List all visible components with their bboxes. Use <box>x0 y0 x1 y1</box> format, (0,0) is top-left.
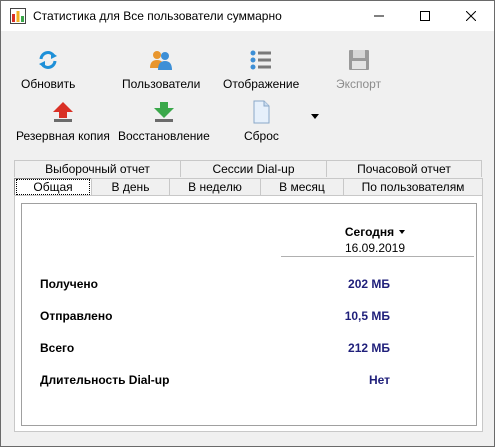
row-label: Отправлено <box>40 309 113 323</box>
tab-general[interactable]: Общая <box>14 178 92 195</box>
row-label: Длительность Dial-up <box>40 373 170 387</box>
row-label: Всего <box>40 341 75 355</box>
row-value: 202 МБ <box>348 277 390 291</box>
general-tab-panel: Сегодня 16.09.2019 Получено 202 МБ Отпра… <box>14 195 483 432</box>
row-value: Нет <box>368 373 390 387</box>
title-bar[interactable]: Статистика для Все пользователи суммарно <box>1 1 494 31</box>
close-button[interactable] <box>448 1 494 31</box>
window-title: Статистика для Все пользователи суммарно <box>33 9 282 23</box>
export-label: Экспорт <box>336 77 382 91</box>
restore-arrow-down-icon <box>153 102 174 122</box>
tab-per-user[interactable]: По пользователям <box>343 178 483 195</box>
period-dropdown-icon[interactable] <box>399 230 406 234</box>
refresh-icon <box>39 51 58 69</box>
row-value: 212 МБ <box>348 341 390 355</box>
header-separator <box>281 256 474 257</box>
close-icon <box>466 11 476 21</box>
backup-button[interactable]: Резервная копия <box>16 100 110 143</box>
export-button[interactable]: Экспорт <box>336 48 381 91</box>
tab-per-week[interactable]: В неделю <box>169 178 261 195</box>
period-column-header[interactable]: Сегодня 16.09.2019 <box>320 225 430 255</box>
tab-dialup-sessions[interactable]: Сессии Dial-up <box>180 160 327 177</box>
display-settings-icon <box>250 50 272 70</box>
restore-label: Восстановление <box>118 129 210 143</box>
users-label: Пользователи <box>122 77 201 91</box>
users-button[interactable]: Пользователи <box>122 48 200 91</box>
refresh-button[interactable]: Обновить <box>21 48 75 91</box>
period-date: 16.09.2019 <box>344 241 406 255</box>
reset-label: Сброс <box>244 129 279 143</box>
reset-button[interactable]: Сброс <box>244 100 279 143</box>
tab-row-upper: Выборочный отчет Сессии Dial-up Почасово… <box>14 160 482 177</box>
tab-custom-report[interactable]: Выборочный отчет <box>14 160 181 177</box>
tab-per-day[interactable]: В день <box>91 178 170 195</box>
maximize-icon <box>420 11 430 21</box>
reset-dropdown-arrow-icon[interactable] <box>311 114 319 119</box>
row-label: Получено <box>40 277 99 291</box>
tab-row-lower: Общая В день В неделю В месяц По пользов… <box>14 178 483 195</box>
period-label: Сегодня <box>344 225 395 239</box>
refresh-label: Обновить <box>21 77 76 91</box>
save-disk-icon <box>348 50 369 70</box>
users-icon <box>150 51 173 70</box>
backup-label: Резервная копия <box>16 129 110 143</box>
display-button[interactable]: Отображение <box>223 48 299 91</box>
display-label: Отображение <box>223 77 300 91</box>
row-value: 10,5 МБ <box>344 309 390 323</box>
app-icon <box>10 8 26 24</box>
tab-hourly-report[interactable]: Почасовой отчет <box>326 160 482 177</box>
blank-document-icon <box>253 100 270 124</box>
maximize-button[interactable] <box>402 1 448 31</box>
minimize-button[interactable] <box>356 1 402 31</box>
restore-button[interactable]: Восстановление <box>118 100 210 143</box>
tab-per-month[interactable]: В месяц <box>260 178 344 195</box>
stats-table: Сегодня 16.09.2019 Получено 202 МБ Отпра… <box>21 203 477 426</box>
statistics-window: Статистика для Все пользователи суммарно… <box>0 0 495 447</box>
backup-arrow-up-icon <box>52 102 73 122</box>
minimize-icon <box>374 15 384 17</box>
